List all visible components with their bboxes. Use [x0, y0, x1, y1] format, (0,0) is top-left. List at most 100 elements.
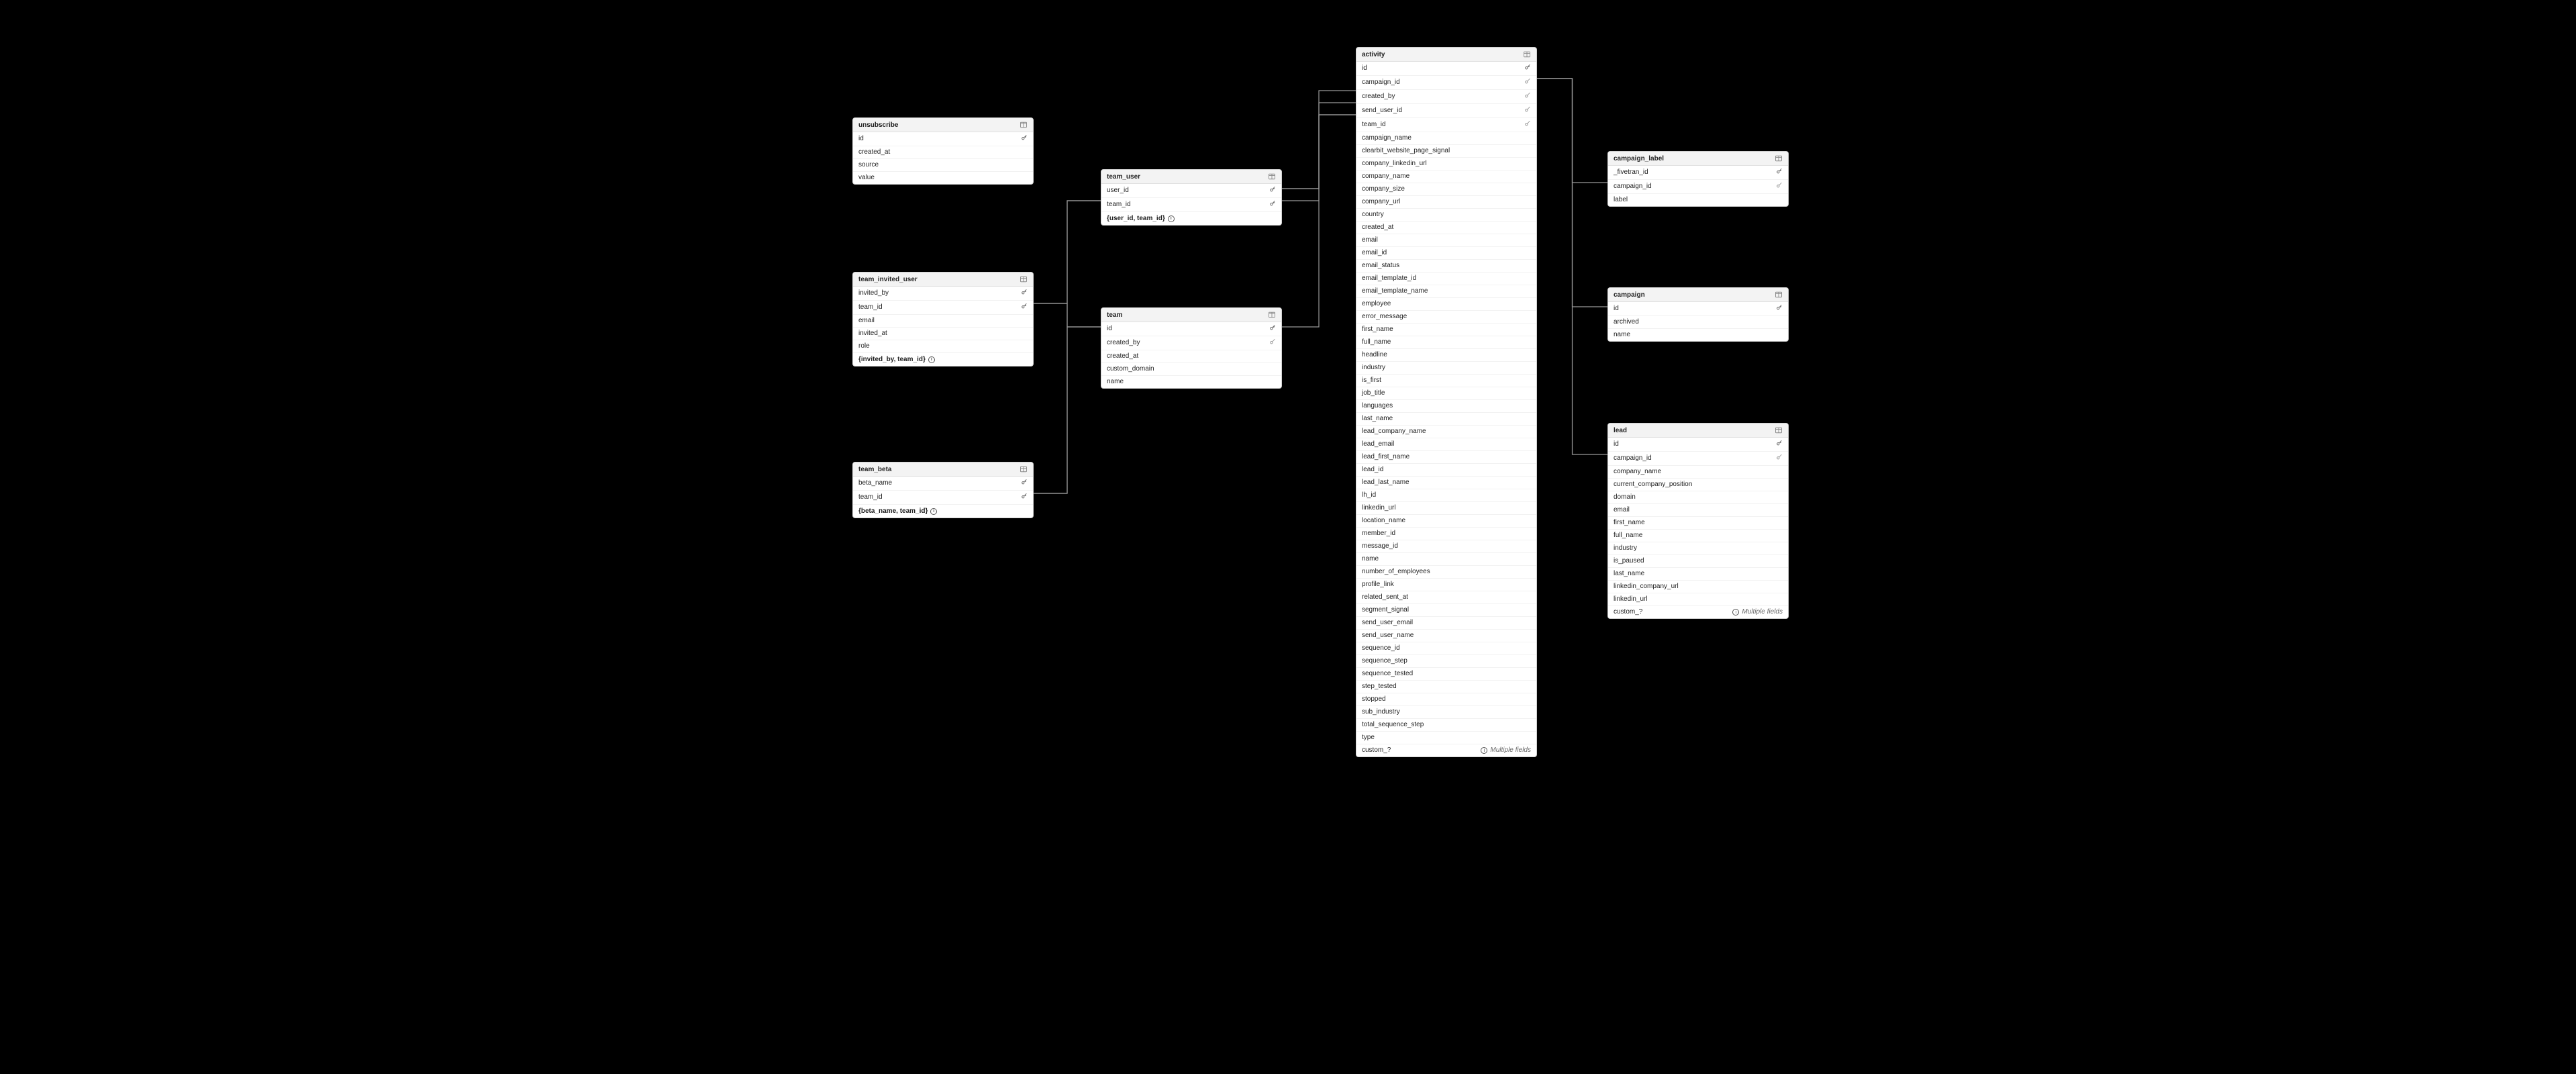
field-row[interactable]: name [1356, 553, 1536, 566]
field-row[interactable]: send_user_email [1356, 617, 1536, 630]
field-row[interactable]: sequence_tested [1356, 668, 1536, 681]
table-header[interactable]: campaign_label [1608, 152, 1788, 166]
field-row[interactable]: lead_company_name [1356, 426, 1536, 438]
field-row[interactable]: created_at [1356, 222, 1536, 234]
field-row[interactable]: label [1608, 194, 1788, 206]
field-row[interactable]: company_name [1356, 170, 1536, 183]
field-row[interactable]: name [1608, 329, 1788, 341]
field-row[interactable]: role [853, 340, 1033, 353]
field-row[interactable]: linkedin_url [1356, 502, 1536, 515]
field-row[interactable]: full_name [1608, 530, 1788, 542]
field-row[interactable]: source [853, 159, 1033, 172]
field-row[interactable]: name [1101, 376, 1281, 388]
field-row[interactable]: last_name [1356, 413, 1536, 426]
field-row[interactable]: sequence_id [1356, 642, 1536, 655]
field-row[interactable]: _fivetran_id [1608, 166, 1788, 180]
table-unsubscribe[interactable]: unsubscribeidcreated_atsourcevalue [852, 117, 1034, 185]
field-row[interactable]: stopped [1356, 693, 1536, 706]
field-row[interactable]: country [1356, 209, 1536, 222]
table-header[interactable]: team_invited_user [853, 273, 1033, 287]
field-row[interactable]: id [1356, 62, 1536, 76]
field-row[interactable]: sequence_step [1356, 655, 1536, 668]
field-row[interactable]: sub_industry [1356, 706, 1536, 719]
field-row[interactable]: email [1356, 234, 1536, 247]
field-row[interactable]: segment_signal [1356, 604, 1536, 617]
field-row[interactable]: id [853, 132, 1033, 146]
field-row[interactable]: industry [1356, 362, 1536, 375]
field-row[interactable]: id [1608, 438, 1788, 452]
field-row[interactable]: campaign_id [1356, 76, 1536, 90]
field-row[interactable]: job_title [1356, 387, 1536, 400]
er-diagram-canvas[interactable]: unsubscribeidcreated_atsourcevalueteam_i… [0, 0, 2576, 1074]
field-row[interactable]: lh_id [1356, 489, 1536, 502]
field-row[interactable]: full_name [1356, 336, 1536, 349]
field-row[interactable]: is_first [1356, 375, 1536, 387]
field-row[interactable]: email [1608, 504, 1788, 517]
table-campaign_label[interactable]: campaign_label_fivetran_idcampaign_idlab… [1607, 151, 1789, 207]
field-row[interactable]: id [1101, 322, 1281, 336]
field-row[interactable]: created_at [1101, 350, 1281, 363]
field-row[interactable]: company_size [1356, 183, 1536, 196]
field-row[interactable]: error_message [1356, 311, 1536, 324]
field-row[interactable]: team_id [1356, 118, 1536, 132]
field-row[interactable]: invited_at [853, 328, 1033, 340]
table-header[interactable]: campaign [1608, 288, 1788, 302]
field-row[interactable]: created_at [853, 146, 1033, 159]
table-team[interactable]: teamidcreated_bycreated_atcustom_domainn… [1101, 307, 1282, 389]
field-row[interactable]: lead_first_name [1356, 451, 1536, 464]
field-row[interactable]: invited_by [853, 287, 1033, 301]
table-header[interactable]: activity [1356, 48, 1536, 62]
field-row[interactable]: linkedin_company_url [1608, 581, 1788, 593]
field-row[interactable]: beta_name [853, 477, 1033, 491]
field-row[interactable]: archived [1608, 316, 1788, 329]
field-row[interactable]: member_id [1356, 528, 1536, 540]
field-row[interactable]: campaign_name [1356, 132, 1536, 145]
field-row[interactable]: lead_last_name [1356, 477, 1536, 489]
field-row[interactable]: current_company_position [1608, 479, 1788, 491]
table-header[interactable]: team [1101, 308, 1281, 322]
table-header[interactable]: team_user [1101, 170, 1281, 184]
field-row[interactable]: domain [1608, 491, 1788, 504]
field-row[interactable]: campaign_id [1608, 180, 1788, 194]
field-row[interactable]: location_name [1356, 515, 1536, 528]
field-row[interactable]: is_paused [1608, 555, 1788, 568]
field-row[interactable]: first_name [1356, 324, 1536, 336]
field-row[interactable]: value [853, 172, 1033, 184]
field-row[interactable]: campaign_id [1608, 452, 1788, 466]
field-row[interactable]: clearbit_website_page_signal [1356, 145, 1536, 158]
field-row[interactable]: email_status [1356, 260, 1536, 273]
field-row[interactable]: type [1356, 732, 1536, 744]
field-row[interactable]: related_sent_at [1356, 591, 1536, 604]
field-row[interactable]: custom_?iMultiple fields [1356, 744, 1536, 756]
table-campaign[interactable]: campaignidarchivedname [1607, 287, 1789, 342]
field-row[interactable]: team_id [853, 301, 1033, 315]
table-team_beta[interactable]: team_betabeta_nameteam_id{beta_name, tea… [852, 462, 1034, 518]
field-row[interactable]: step_tested [1356, 681, 1536, 693]
field-row[interactable]: last_name [1608, 568, 1788, 581]
field-row[interactable]: message_id [1356, 540, 1536, 553]
field-row[interactable]: send_user_name [1356, 630, 1536, 642]
table-team_invited_user[interactable]: team_invited_userinvited_byteam_idemaili… [852, 272, 1034, 367]
field-row[interactable]: company_url [1356, 196, 1536, 209]
field-row[interactable]: email_template_name [1356, 285, 1536, 298]
field-row[interactable]: team_id [1101, 198, 1281, 212]
field-row[interactable]: profile_link [1356, 579, 1536, 591]
field-row[interactable]: industry [1608, 542, 1788, 555]
field-row[interactable]: custom_?iMultiple fields [1608, 606, 1788, 618]
field-row[interactable]: linkedin_url [1608, 593, 1788, 606]
field-row[interactable]: company_name [1608, 466, 1788, 479]
field-row[interactable]: custom_domain [1101, 363, 1281, 376]
field-row[interactable]: created_by [1356, 90, 1536, 104]
field-row[interactable]: send_user_id [1356, 104, 1536, 118]
field-row[interactable]: languages [1356, 400, 1536, 413]
field-row[interactable]: total_sequence_step [1356, 719, 1536, 732]
table-activity[interactable]: activityidcampaign_idcreated_bysend_user… [1356, 47, 1537, 757]
table-header[interactable]: lead [1608, 424, 1788, 438]
field-row[interactable]: user_id [1101, 184, 1281, 198]
field-row[interactable]: headline [1356, 349, 1536, 362]
field-row[interactable]: first_name [1608, 517, 1788, 530]
field-row[interactable]: team_id [853, 491, 1033, 505]
field-row[interactable]: email_id [1356, 247, 1536, 260]
table-header[interactable]: unsubscribe [853, 118, 1033, 132]
field-row[interactable]: lead_id [1356, 464, 1536, 477]
